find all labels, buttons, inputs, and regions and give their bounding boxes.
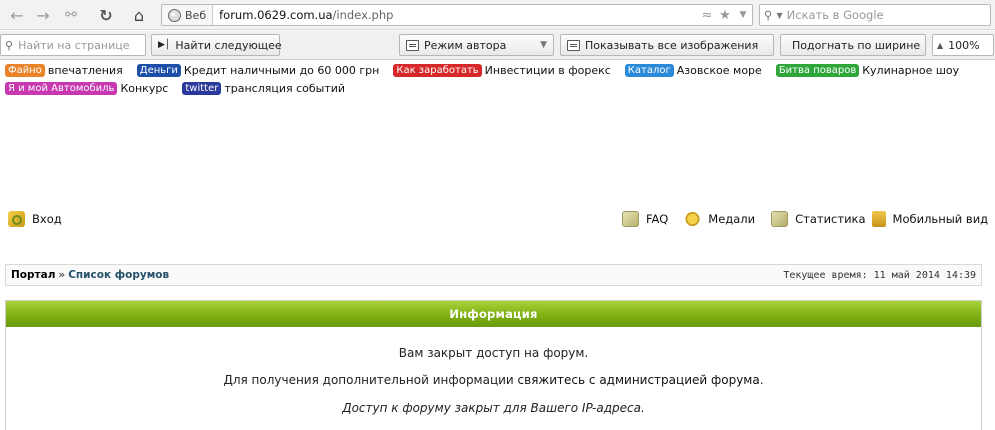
fit-width-label: Подогнать по ширине [792, 38, 921, 52]
promo-tag[interactable]: twitter [182, 81, 222, 95]
address-bar[interactable]: Веб forum.0629.com.ua/index.php ≈ ★ ▼ [161, 4, 753, 26]
info-panel: Информация Вам закрыт доступ на форум. Д… [5, 300, 982, 430]
url-host: forum.0629.com.ua [219, 8, 333, 22]
browser-navbar: ← → ⚯ ↻ ⌂ Веб forum.0629.com.ua/index.ph… [0, 0, 995, 30]
promo-link[interactable]: трансляция событий [224, 82, 345, 95]
search-placeholder: Искать в Google [786, 8, 884, 22]
author-mode-label: Режим автора [424, 38, 507, 52]
breadcrumb: Портал » Список форумов Текущее время: 1… [5, 264, 982, 286]
promo-tag[interactable]: Каталог [624, 63, 674, 77]
login-link[interactable]: Вход [8, 210, 62, 228]
promo-row: Я и мой Автомобиль Конкурс twitter трансляц… [5, 81, 359, 95]
dropdown-arrow-icon[interactable]: ▼ [734, 10, 752, 20]
current-time: Текущее время: 11 май 2014 14:39 [783, 269, 976, 281]
zoom-value: 100% [948, 38, 980, 52]
breadcrumb-portal[interactable]: Портал [11, 269, 55, 281]
key-icon[interactable]: ⚯ [60, 4, 82, 26]
promo-link[interactable]: Кредит наличными до 60 000 грн [184, 64, 379, 77]
promo-link[interactable]: Азовское море [677, 64, 762, 77]
info-message: Вам закрыт доступ на форум. [398, 346, 589, 360]
back-icon[interactable]: ← [6, 4, 28, 26]
find-next-label: Найти следующее [175, 38, 282, 52]
statistics-link[interactable]: Статистика [795, 212, 865, 226]
author-mode-icon [406, 39, 419, 51]
site-identity[interactable]: Веб [162, 5, 214, 25]
info-ip-ban: Доступ к форуму закрыт для Вашего IP-адр… [342, 401, 645, 415]
promo-link[interactable]: Конкурс [120, 82, 168, 95]
find-placeholder: Найти на странице [18, 38, 130, 52]
find-next-icon: ▶│ [158, 40, 171, 50]
url-text[interactable]: forum.0629.com.ua/index.php [219, 8, 698, 22]
search-icon: ⚲ [764, 8, 773, 22]
login-key-icon [8, 211, 25, 227]
promo-tag[interactable]: Деньги [136, 63, 181, 77]
promo-row: Файно впечатления Деньги Кредит наличными д… [5, 63, 973, 77]
rss-icon[interactable]: ≈ [698, 8, 716, 23]
zoom-stepper[interactable]: ▲ 100% [932, 34, 994, 56]
globe-icon [168, 8, 181, 22]
zoom-up-icon[interactable]: ▲ [937, 41, 943, 50]
image-icon [567, 39, 580, 51]
faq-link[interactable]: FAQ [646, 212, 668, 226]
faq-icon [622, 211, 639, 227]
author-mode-dropdown[interactable]: Режим автора ▼ [399, 34, 554, 56]
info-contact-line: Для получения дополнительной информации … [6, 373, 981, 387]
show-images-button[interactable]: Показывать все изображения [560, 34, 774, 56]
find-input[interactable]: ⚲ Найти на странице [0, 34, 146, 56]
promo-tag[interactable]: Битва поваров [775, 63, 860, 77]
chevron-down-icon: ▼ [540, 40, 547, 50]
login-label: Вход [32, 212, 62, 226]
promo-link[interactable]: Инвестиции в форекс [485, 64, 611, 77]
mobile-view-link[interactable]: Мобильный вид [893, 212, 989, 226]
forum-nav-links: FAQ Медали Статистика Мобильный вид [622, 210, 988, 228]
medals-link[interactable]: Медали [708, 212, 755, 226]
bookmark-star-icon[interactable]: ★ [716, 8, 734, 23]
home-icon[interactable]: ⌂ [128, 4, 150, 26]
show-images-label: Показывать все изображения [585, 38, 759, 52]
search-box[interactable]: ⚲ ▼ Искать в Google [759, 4, 991, 26]
medal-icon [684, 211, 702, 227]
promo-link[interactable]: впечатления [48, 64, 123, 77]
promo-tag[interactable]: Как заработать [393, 63, 482, 77]
url-path: /index.php [332, 8, 394, 22]
statistics-icon [771, 211, 789, 227]
info-contact-prefix: Для получения дополнительной информации [223, 373, 518, 387]
search-icon: ⚲ [5, 38, 14, 52]
mobile-icon [871, 211, 886, 227]
promo-tag[interactable]: Я и мой Автомобиль [5, 81, 118, 95]
info-contact-suffix: . [759, 373, 764, 387]
identity-label: Веб [185, 8, 207, 22]
forward-icon[interactable]: → [32, 4, 54, 26]
search-engine-dropdown-icon[interactable]: ▼ [776, 11, 782, 20]
promo-tag[interactable]: Файно [5, 63, 45, 77]
reload-icon[interactable]: ↻ [95, 4, 117, 26]
info-panel-title: Информация [6, 301, 981, 327]
find-toolbar: ⚲ Найти на странице ▶│ Найти следующее Р… [0, 31, 995, 60]
contact-admin-link[interactable]: свяжитесь с администрацией форума [518, 373, 760, 387]
fit-width-button[interactable]: Подогнать по ширине [780, 34, 926, 56]
find-next-button[interactable]: ▶│ Найти следующее [151, 34, 282, 56]
breadcrumb-separator: » [58, 269, 66, 281]
breadcrumb-forum-list[interactable]: Список форумов [68, 269, 169, 281]
promo-link[interactable]: Кулинарное шоу [862, 64, 959, 77]
